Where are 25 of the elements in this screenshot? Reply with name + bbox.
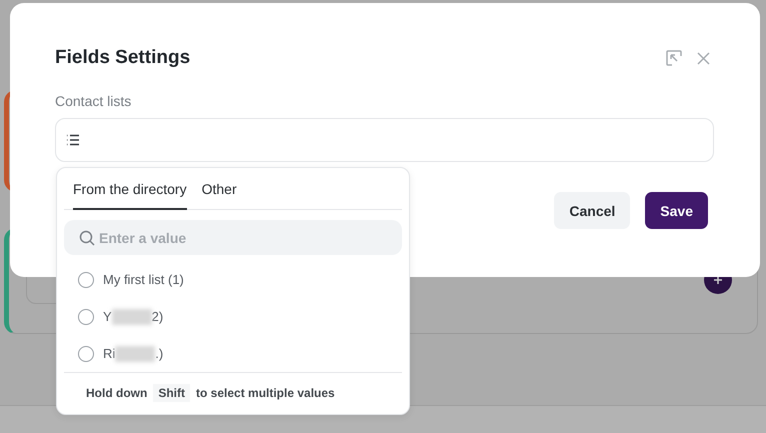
option-label[interactable]: Y	[103, 309, 112, 324]
tab[interactable]: Other	[202, 168, 237, 210]
dialog-title: Fields Settings	[55, 47, 190, 69]
radio-button[interactable]	[78, 272, 94, 288]
option-label[interactable]: Ri	[103, 346, 116, 361]
cancel-button[interactable]: Cancel	[554, 192, 630, 229]
list-icon	[66, 134, 80, 146]
radio-button[interactable]	[78, 308, 94, 324]
search-field[interactable]: Enter a value	[99, 230, 359, 246]
radio-button[interactable]	[78, 346, 94, 362]
hint-text: to select multiple values	[196, 386, 335, 400]
hint-text: Hold down	[86, 386, 148, 400]
key-label: Shift	[153, 384, 190, 402]
option-label[interactable]: My first list (1)	[103, 272, 184, 287]
collapse-icon[interactable]	[665, 49, 683, 67]
option-label[interactable]: 2)	[152, 309, 164, 324]
save-button[interactable]: Save	[645, 192, 708, 229]
contact-lists-field[interactable]	[55, 118, 714, 162]
search-icon	[79, 230, 95, 246]
plus-icon	[713, 275, 723, 285]
field-label: Contact lists	[55, 93, 132, 109]
search-field[interactable]: Enter a value	[64, 220, 402, 255]
tab[interactable]: From the directory	[73, 168, 187, 210]
option-label[interactable]: .)	[155, 346, 164, 361]
close-icon[interactable]	[697, 52, 710, 64]
